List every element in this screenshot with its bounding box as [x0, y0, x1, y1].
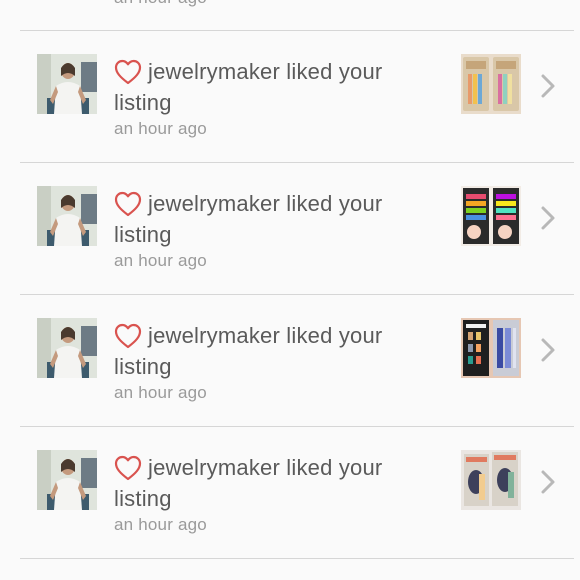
divider [20, 162, 574, 163]
notification-time: an hour ago [114, 515, 207, 534]
notification-username: jewelrymaker [148, 191, 280, 216]
divider [20, 294, 574, 295]
chevron-right-icon[interactable] [540, 337, 556, 363]
previous-notification-partial[interactable]: an hour ago [0, 0, 580, 30]
listing-thumbnail[interactable] [461, 186, 521, 246]
notification-time: an hour ago [114, 251, 207, 270]
divider [20, 30, 574, 31]
notification-message: jewelrymaker liked your listing [114, 56, 414, 118]
listing-thumbnail[interactable] [461, 54, 521, 114]
notification-username: jewelrymaker [148, 455, 280, 480]
chevron-right-icon[interactable] [540, 205, 556, 231]
notification-time: an hour ago [114, 383, 207, 402]
notification-row[interactable]: jewelrymaker liked your listing an hour … [0, 32, 580, 162]
notification-username: jewelrymaker [148, 59, 280, 84]
divider [20, 558, 574, 559]
notification-row[interactable]: jewelrymaker liked your listing an hour … [0, 296, 580, 426]
chevron-right-icon[interactable] [540, 73, 556, 99]
notification-time: an hour ago [114, 0, 207, 8]
chevron-right-icon[interactable] [540, 469, 556, 495]
notification-message: jewelrymaker liked your listing [114, 188, 414, 250]
user-avatar[interactable] [37, 318, 97, 378]
user-avatar[interactable] [37, 450, 97, 510]
notification-time: an hour ago [114, 119, 207, 138]
divider [20, 426, 574, 427]
notification-list: an hour ago jewelrymaker liked your list… [0, 0, 580, 580]
notification-username: jewelrymaker [148, 323, 280, 348]
user-avatar[interactable] [37, 54, 97, 114]
notification-message: jewelrymaker liked your listing [114, 452, 414, 514]
notification-row[interactable]: jewelrymaker liked your listing an hour … [0, 428, 580, 558]
notification-row[interactable]: jewelrymaker liked your listing an hour … [0, 164, 580, 294]
listing-thumbnail[interactable] [461, 318, 521, 378]
user-avatar[interactable] [37, 186, 97, 246]
listing-thumbnail[interactable] [461, 450, 521, 510]
notification-message: jewelrymaker liked your listing [114, 320, 414, 382]
